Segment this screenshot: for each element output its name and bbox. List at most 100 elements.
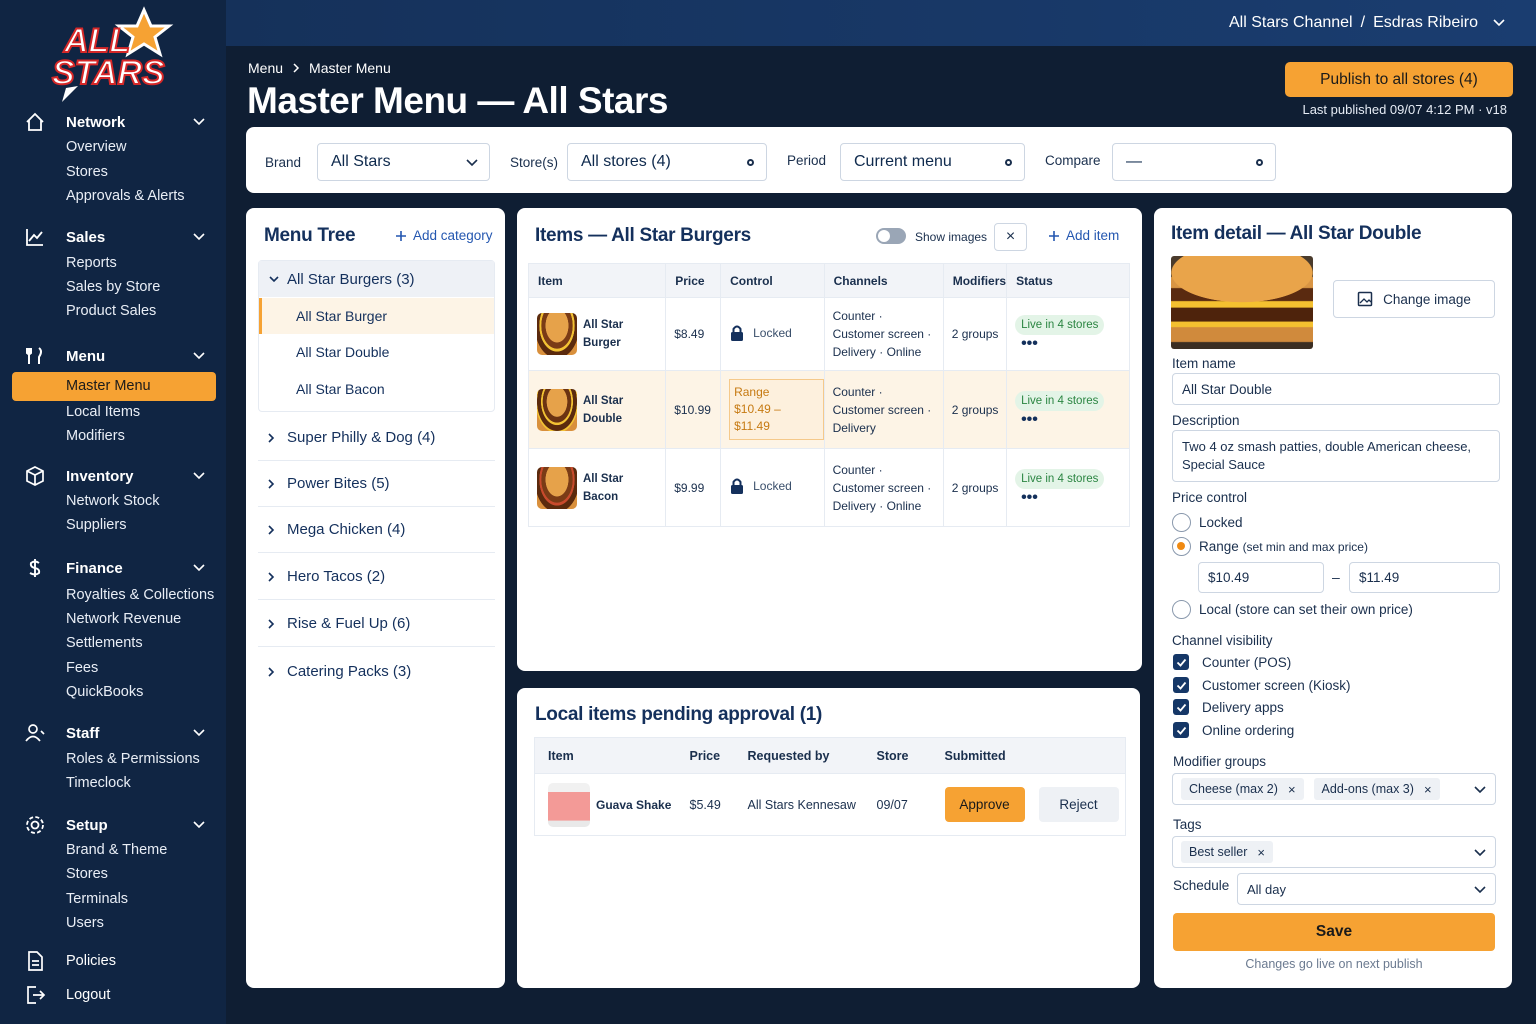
period-select[interactable]: Current menu (840, 143, 1025, 181)
brand-select[interactable]: All Stars (317, 143, 490, 181)
column-header: Store (863, 737, 932, 774)
nav-reports[interactable]: Reports (66, 255, 117, 271)
checkbox-counter[interactable] (1173, 654, 1189, 670)
nav-terminals[interactable]: Terminals (66, 891, 128, 907)
remove-icon[interactable]: × (1288, 782, 1296, 797)
more-icon[interactable]: ••• (1021, 411, 1038, 428)
tree-category[interactable]: Super Philly & Dog (4) (258, 414, 495, 461)
nav-staff[interactable]: Staff (24, 721, 210, 745)
nav-finance[interactable]: Finance (24, 556, 210, 580)
change-image-button[interactable]: Change image (1333, 280, 1495, 318)
remove-icon[interactable]: × (1424, 782, 1432, 797)
remove-icon[interactable]: × (1257, 845, 1265, 860)
nav-brand-theme[interactable]: Brand & Theme (66, 842, 167, 858)
radio-range[interactable] (1172, 537, 1191, 556)
add-category-button[interactable]: Add category (395, 228, 493, 243)
nav-stores[interactable]: Stores (66, 164, 108, 180)
table-row[interactable]: All Star Double $10.99 Range $10.49 – $11… (528, 370, 1130, 449)
nav-master-menu[interactable]: Master Menu (12, 372, 216, 401)
nav-inventory-label: Inventory (66, 467, 134, 485)
table-row[interactable]: All Star Bacon $9.99 Locked Counter · Cu… (528, 448, 1130, 527)
tree-item[interactable]: All Star Double (259, 334, 494, 370)
account-switcher[interactable]: All Stars Channel / Esdras Ribeiro (1229, 14, 1506, 32)
tree-item[interactable]: All Star Burger (259, 298, 494, 334)
image-icon (1357, 291, 1373, 307)
publish-button[interactable]: Publish to all stores (4) (1285, 62, 1513, 97)
item-modifiers: 2 groups (943, 297, 1008, 371)
modifier-groups-select[interactable]: Cheese (max 2) × Add-ons (max 3) × (1172, 773, 1496, 805)
range-option-hint: (set min and max price) (1242, 540, 1368, 554)
tree-item[interactable]: All Star Bacon (259, 371, 494, 407)
nav-quickbooks[interactable]: QuickBooks (66, 684, 143, 700)
close-icon: × (1005, 228, 1016, 245)
check-icon (1176, 703, 1186, 712)
schedule-select[interactable]: All day (1237, 873, 1496, 905)
description-input[interactable]: Two 4 oz smash patties, double American … (1172, 430, 1500, 482)
tree-category[interactable]: Hero Tacos (2) (258, 553, 495, 600)
radio-local[interactable] (1172, 600, 1191, 619)
nav-network-stock[interactable]: Network Stock (66, 493, 159, 509)
all-stars-logo[interactable]: ALL STARS (48, 6, 178, 102)
approve-button[interactable]: Approve (944, 787, 1025, 822)
clear-button[interactable]: × (994, 223, 1027, 251)
nav-menu[interactable]: Menu (24, 344, 210, 368)
box-icon (24, 465, 46, 487)
nav-roles[interactable]: Roles & Permissions (66, 751, 200, 767)
nav-suppliers[interactable]: Suppliers (66, 517, 126, 533)
compare-select[interactable]: — (1112, 143, 1276, 181)
breadcrumb: Menu Master Menu (248, 60, 391, 76)
checkbox-customer-screen[interactable] (1173, 677, 1189, 693)
nav-timeclock[interactable]: Timeclock (66, 775, 131, 791)
nav-fees[interactable]: Fees (66, 660, 98, 676)
item-price: $5.49 (676, 773, 735, 836)
stores-select[interactable]: All stores (4) (567, 143, 767, 181)
nav-modifiers[interactable]: Modifiers (66, 428, 125, 444)
tree-category[interactable]: Mega Chicken (4) (258, 506, 495, 553)
nav-users[interactable]: Users (66, 915, 104, 931)
item-name-input[interactable]: All Star Double (1172, 373, 1500, 405)
separator: / (1360, 14, 1366, 31)
add-item-button[interactable]: Add item (1048, 228, 1119, 243)
radio-locked[interactable] (1172, 513, 1191, 532)
nav-sales-by-store[interactable]: Sales by Store (66, 279, 160, 295)
tree-category[interactable]: Power Bites (5) (258, 460, 495, 507)
nav-setup-stores[interactable]: Stores (66, 866, 108, 882)
nav-network-revenue[interactable]: Network Revenue (66, 611, 181, 627)
nav-sales[interactable]: Sales (24, 225, 210, 249)
tree-category[interactable]: Catering Packs (3) (258, 648, 495, 695)
nav-inventory[interactable]: Inventory (24, 464, 210, 488)
nav-product-sales[interactable]: Product Sales (66, 303, 156, 319)
category-header[interactable]: All Star Burgers (3) (259, 261, 494, 297)
more-icon[interactable]: ••• (1021, 489, 1038, 506)
tree-category[interactable]: Rise & Fuel Up (6) (258, 600, 495, 647)
chip-label: Best seller (1189, 845, 1248, 859)
checkbox-delivery[interactable] (1173, 699, 1189, 715)
column-header: Channels (824, 263, 944, 298)
nav-logout-label: Logout (66, 987, 111, 1003)
nav-overview[interactable]: Overview (66, 139, 126, 155)
chevron-down-icon (193, 821, 205, 829)
table-row[interactable]: All Star Burger $8.49 Locked Counter · C… (528, 297, 1130, 371)
burger-image (537, 466, 577, 509)
show-images-label: Show images (915, 230, 988, 244)
reject-button[interactable]: Reject (1038, 787, 1119, 822)
save-button[interactable]: Save (1173, 913, 1495, 951)
nav-settlements[interactable]: Settlements (66, 635, 143, 651)
range-max-input[interactable]: $11.49 (1349, 562, 1500, 593)
nav-setup[interactable]: Setup (24, 813, 210, 837)
nav-network[interactable]: Network (24, 110, 210, 134)
range-min-input[interactable]: $10.49 (1198, 562, 1324, 593)
breadcrumb-menu[interactable]: Menu (248, 60, 283, 76)
nav-policies[interactable]: Policies (24, 949, 210, 973)
checkbox-online[interactable] (1173, 722, 1189, 738)
tags-select[interactable]: Best seller × (1172, 836, 1496, 868)
chevron-down-icon (1493, 19, 1505, 27)
nav-approvals[interactable]: Approvals & Alerts (66, 188, 184, 204)
nav-logout[interactable]: Logout (24, 983, 210, 1007)
more-icon[interactable]: ••• (1021, 335, 1038, 352)
nav-network-label: Network (66, 113, 126, 131)
nav-royalties[interactable]: Royalties & Collections (66, 587, 214, 603)
show-images-toggle[interactable] (876, 228, 906, 244)
utensils-icon (24, 345, 46, 367)
nav-local-items[interactable]: Local Items (66, 404, 140, 420)
